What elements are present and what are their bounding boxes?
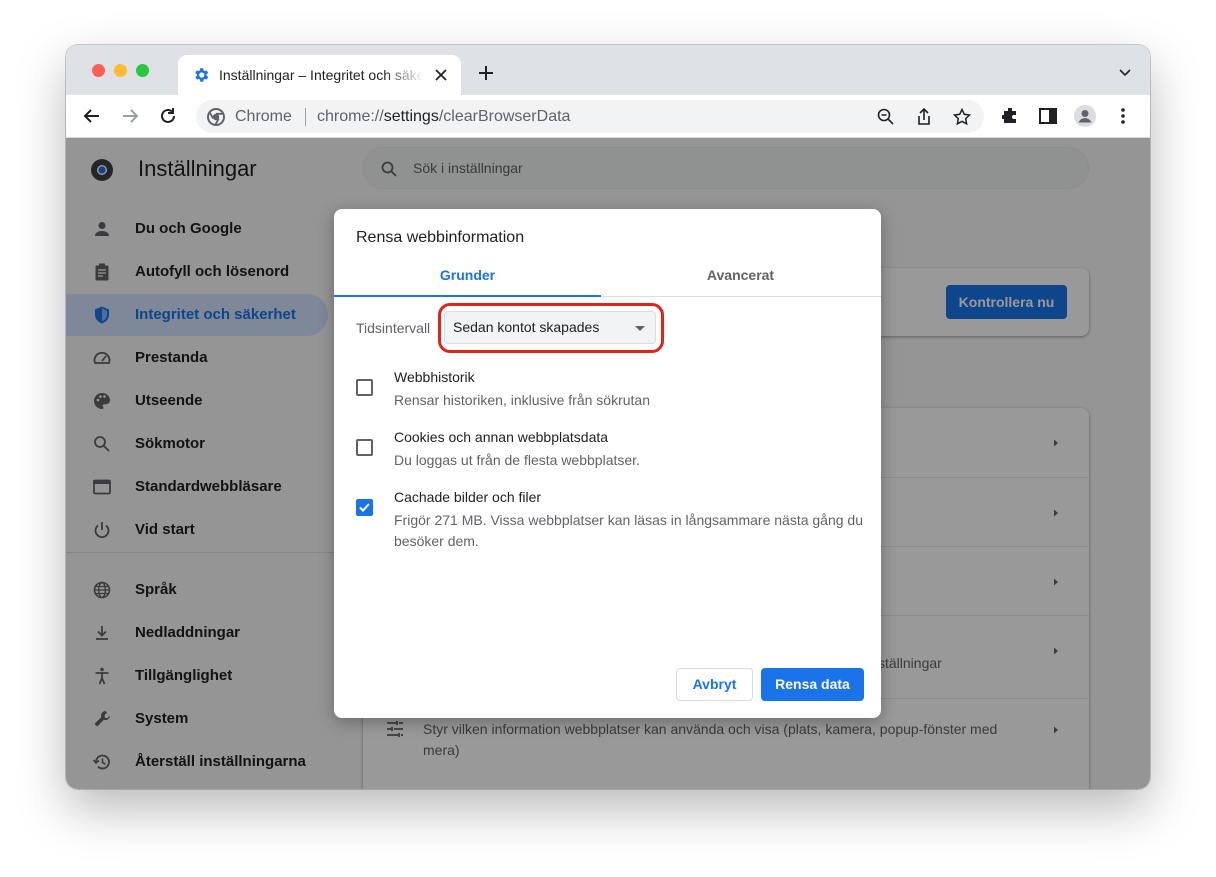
close-window-button[interactable] [92,64,105,77]
browser-window: Inställningar – Integritet och säkerhet … [66,45,1150,789]
zoom-window-button[interactable] [136,64,149,77]
dialog-title: Rensa webbinformation [356,229,525,246]
bookmark-star-icon[interactable] [952,107,972,127]
clear-data-button[interactable]: Rensa data [761,668,864,701]
cancel-button[interactable]: Avbryt [676,668,753,701]
side-panel-icon[interactable] [1037,105,1059,127]
dialog-tabs: Grunder Avancerat [334,257,881,297]
omnibox-chip-label: Chrome [235,108,292,125]
option-title: Cachade bilder och filer [394,489,542,505]
cookies-checkbox[interactable] [356,439,373,456]
zoom-icon[interactable] [876,107,896,127]
option-title: Webbhistorik [394,369,475,385]
more-menu-icon[interactable] [1112,105,1134,127]
back-icon[interactable] [81,105,103,127]
time-range-value: Sedan kontot skapades [453,319,600,335]
option-desc: Rensar historiken, inklusive från sökrut… [394,392,651,408]
caret-down-icon [635,326,645,331]
chrome-icon [207,108,225,126]
minimize-window-button[interactable] [114,64,127,77]
option-cookies: Cookies och annan webbplatsdata Du logga… [356,429,866,473]
new-tab-icon[interactable] [476,63,496,83]
profile-avatar-icon[interactable] [1074,105,1096,127]
omnibox[interactable]: Chrome chrome://settings/clearBrowserDat… [196,100,984,133]
browsing-history-checkbox[interactable] [356,379,373,396]
clear-browsing-data-dialog: Rensa webbinformation Grunder Avancerat … [334,209,881,718]
url-text[interactable]: chrome://settings/clearBrowserData [317,108,570,126]
option-desc: Frigör 271 MB. Vissa webbplatser kan läs… [394,512,863,549]
close-icon[interactable] [431,65,451,85]
toolbar: Chrome chrome://settings/clearBrowserDat… [66,95,1150,138]
gear-icon [195,68,209,82]
extensions-icon[interactable] [999,105,1021,127]
settings-page: Inställningar Sök i inställningar Du och… [66,138,1150,789]
chevron-down-icon[interactable] [1118,66,1132,80]
tab-basic[interactable]: Grunder [334,257,601,297]
option-browsing-history: Webbhistorik Rensar historiken, inklusiv… [356,369,866,413]
forward-icon[interactable] [119,105,141,127]
tab-title: Inställningar – Integritet och säkerhet [219,67,424,83]
reload-icon[interactable] [157,105,179,127]
checkmark-icon [359,503,370,512]
cache-checkbox[interactable] [356,499,373,516]
tab-settings[interactable]: Inställningar – Integritet och säkerhet [178,55,461,95]
option-cache: Cachade bilder och filer Frigör 271 MB. … [356,489,866,553]
time-range-select[interactable]: Sedan kontot skapades [444,311,656,344]
share-icon[interactable] [914,107,934,127]
tab-advanced[interactable]: Avancerat [607,257,874,297]
option-title: Cookies och annan webbplatsdata [394,429,609,445]
time-range-label: Tidsintervall [356,320,431,336]
option-desc: Du loggas ut från de flesta webbplatser. [394,452,640,468]
tab-strip: Inställningar – Integritet och säkerhet [66,45,1150,95]
omnibox-separator [305,108,306,126]
